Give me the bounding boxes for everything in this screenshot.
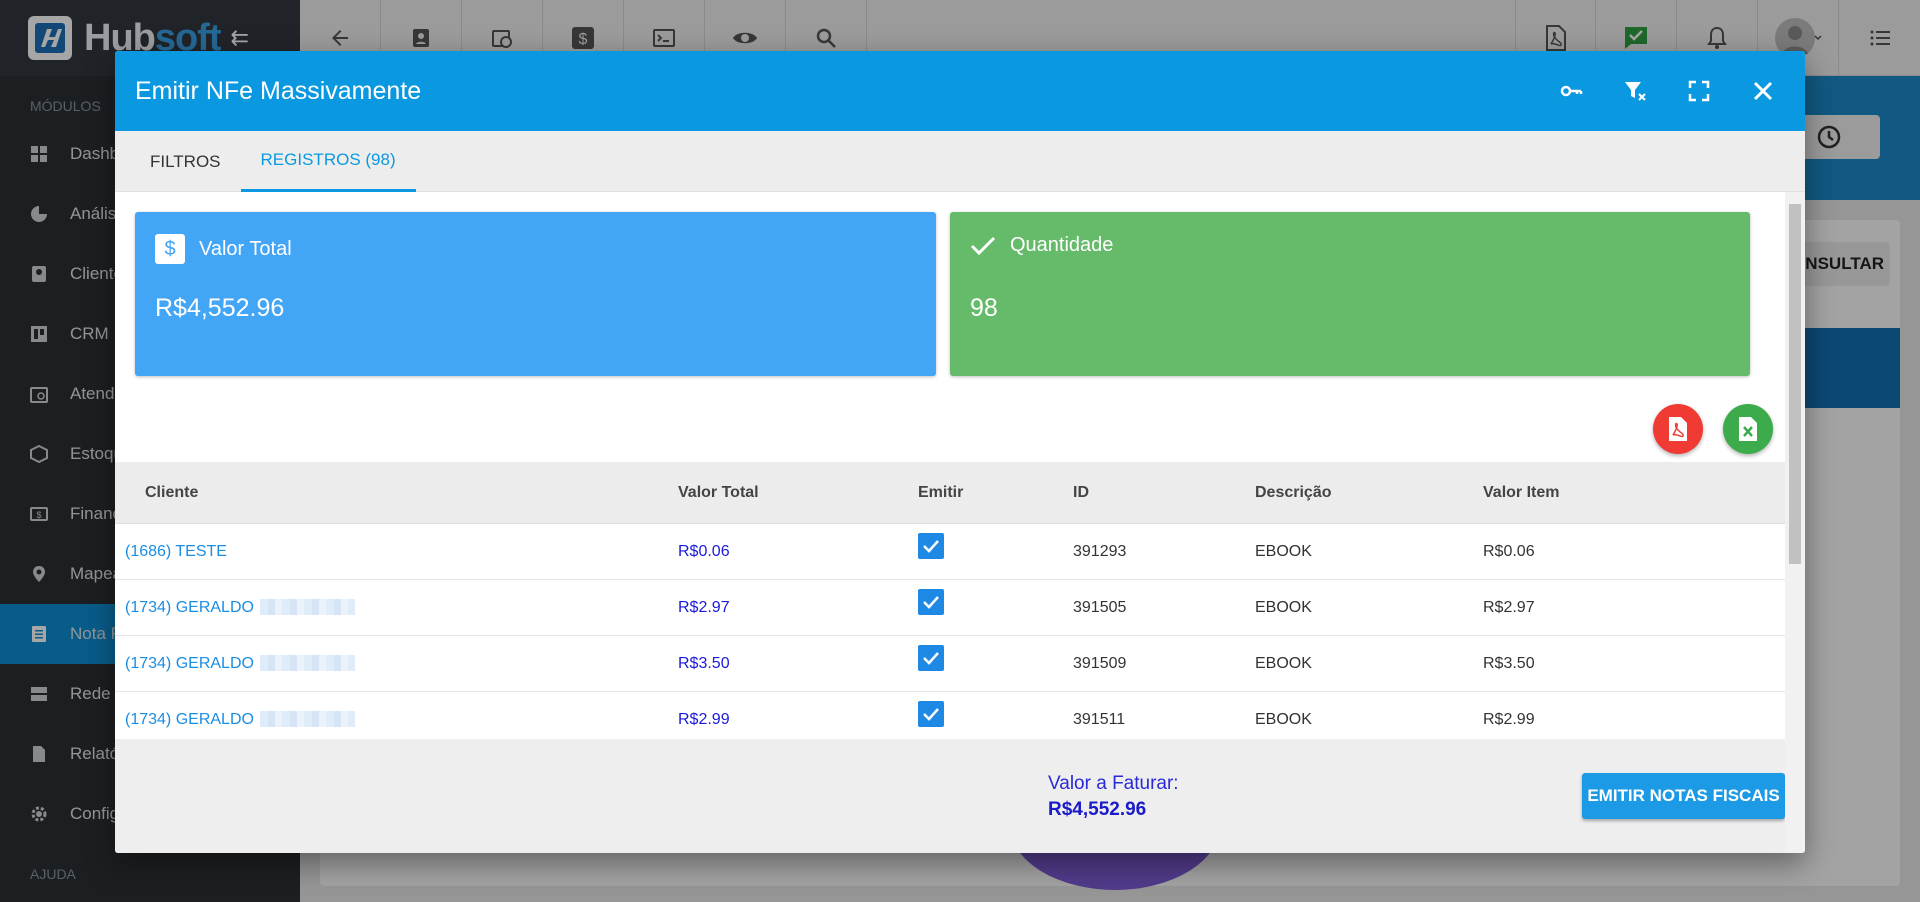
export-pdf-button[interactable] <box>1653 404 1703 454</box>
valor-item-cell: R$2.99 <box>1483 710 1535 728</box>
emit-checkbox[interactable] <box>918 700 944 727</box>
client-cell[interactable]: (1686) TESTE <box>115 543 678 561</box>
valor-total-cell: R$3.50 <box>678 654 730 672</box>
total-value-card: $ Valor Total R$4,552.96 <box>135 212 936 376</box>
emit-checkbox[interactable] <box>918 644 944 671</box>
records-table: Cliente Valor Total Emitir ID Descrição … <box>115 462 1785 748</box>
descricao-cell: EBOOK <box>1255 710 1312 728</box>
quantity-label: Quantidade <box>1010 234 1114 256</box>
table-header: Cliente Valor Total Emitir ID Descrição … <box>115 462 1785 524</box>
emit-nfe-modal: Emitir NFe Massivamente FILTROS REGISTRO… <box>115 51 1805 853</box>
key-button[interactable] <box>1539 51 1603 131</box>
invoice-total-value: R$4,552.96 <box>1048 799 1147 820</box>
close-icon <box>1753 81 1773 101</box>
client-cell[interactable]: (1734) GERALDO <box>115 711 678 729</box>
emit-checkbox[interactable] <box>918 532 944 559</box>
quantity-value: 98 <box>970 294 998 322</box>
emitir-cell <box>918 588 1073 615</box>
checkmark-icon <box>923 539 939 553</box>
modal-footer: Valor a Faturar: R$4,552.96 EMITIR NOTAS… <box>115 739 1785 853</box>
emitir-cell <box>918 700 1073 727</box>
id-cell: 391511 <box>1073 710 1126 728</box>
descricao-cell: EBOOK <box>1255 542 1312 560</box>
descricao-cell: EBOOK <box>1255 598 1312 616</box>
client-link[interactable]: (1734) GERALDO <box>125 711 254 728</box>
tab-filtros[interactable]: FILTROS <box>130 131 241 192</box>
modal-tabs: FILTROS REGISTROS (98) <box>115 131 1805 192</box>
descricao-cell: EBOOK <box>1255 654 1312 672</box>
client-cell[interactable]: (1734) GERALDO <box>115 655 678 673</box>
total-value: R$4,552.96 <box>155 294 285 322</box>
tab-registros[interactable]: REGISTROS (98) <box>240 131 416 192</box>
redacted-text <box>259 599 355 616</box>
table-row: (1734) GERALDO R$2.97 391505 EBOOK R$2.9… <box>115 580 1785 636</box>
total-value-label: Valor Total <box>199 237 292 260</box>
emitir-cell <box>918 644 1073 671</box>
modal-content: $ Valor Total R$4,552.96 Quantidade 98 C… <box>115 192 1785 853</box>
redacted-text <box>259 655 355 672</box>
client-link[interactable]: (1734) GERALDO <box>125 655 254 672</box>
header-cliente[interactable]: Cliente <box>115 484 678 502</box>
header-valor-item[interactable]: Valor Item <box>1483 484 1683 502</box>
fullscreen-icon <box>1688 80 1710 102</box>
valor-item-cell: R$0.06 <box>1483 542 1535 560</box>
modal-header: Emitir NFe Massivamente <box>115 51 1805 131</box>
id-cell: 391505 <box>1073 598 1127 616</box>
invoice-total-label: Valor a Faturar: <box>1048 773 1179 794</box>
checkmark-icon <box>923 707 939 721</box>
valor-total-cell: R$2.99 <box>678 710 730 728</box>
valor-item-cell: R$2.97 <box>1483 598 1535 616</box>
key-icon <box>1560 85 1583 97</box>
clear-filter-button[interactable] <box>1603 51 1667 131</box>
header-valor-total[interactable]: Valor Total <box>678 484 918 502</box>
client-link[interactable]: (1734) GERALDO <box>125 599 254 616</box>
header-emitir[interactable]: Emitir <box>918 484 1073 502</box>
valor-item-cell: R$3.50 <box>1483 654 1535 672</box>
client-link[interactable]: (1686) TESTE <box>125 543 227 560</box>
table-row: (1686) TESTE R$0.06 391293 EBOOK R$0.06 <box>115 524 1785 580</box>
quantity-card: Quantidade 98 <box>950 212 1750 376</box>
emitir-cell <box>918 532 1073 559</box>
id-cell: 391293 <box>1073 542 1127 560</box>
emit-invoices-button[interactable]: EMITIR NOTAS FISCAIS <box>1582 773 1785 819</box>
quantity-header: Quantidade <box>970 234 1113 257</box>
valor-total-cell: R$0.06 <box>678 542 730 560</box>
checkmark-icon <box>923 595 939 609</box>
filter-remove-icon <box>1625 82 1646 101</box>
modal-scrollbar[interactable] <box>1785 192 1805 853</box>
client-cell[interactable]: (1734) GERALDO <box>115 599 678 617</box>
fullscreen-button[interactable] <box>1667 51 1731 131</box>
header-id[interactable]: ID <box>1073 484 1255 502</box>
pdf-icon <box>1669 417 1687 441</box>
modal-title: Emitir NFe Massivamente <box>135 76 422 105</box>
header-descricao[interactable]: Descrição <box>1255 484 1483 502</box>
checkmark-icon <box>923 651 939 665</box>
dollar-icon: $ <box>155 234 185 264</box>
total-value-header: $ Valor Total <box>155 234 292 264</box>
redacted-text <box>259 711 355 728</box>
excel-icon <box>1739 417 1757 441</box>
close-button[interactable] <box>1731 51 1795 131</box>
table-row: (1734) GERALDO R$3.50 391509 EBOOK R$3.5… <box>115 636 1785 692</box>
check-icon <box>970 236 996 255</box>
emit-checkbox[interactable] <box>918 588 944 615</box>
scrollbar-thumb[interactable] <box>1789 204 1801 564</box>
id-cell: 391509 <box>1073 654 1127 672</box>
export-excel-button[interactable] <box>1723 404 1773 454</box>
valor-total-cell: R$2.97 <box>678 598 730 616</box>
